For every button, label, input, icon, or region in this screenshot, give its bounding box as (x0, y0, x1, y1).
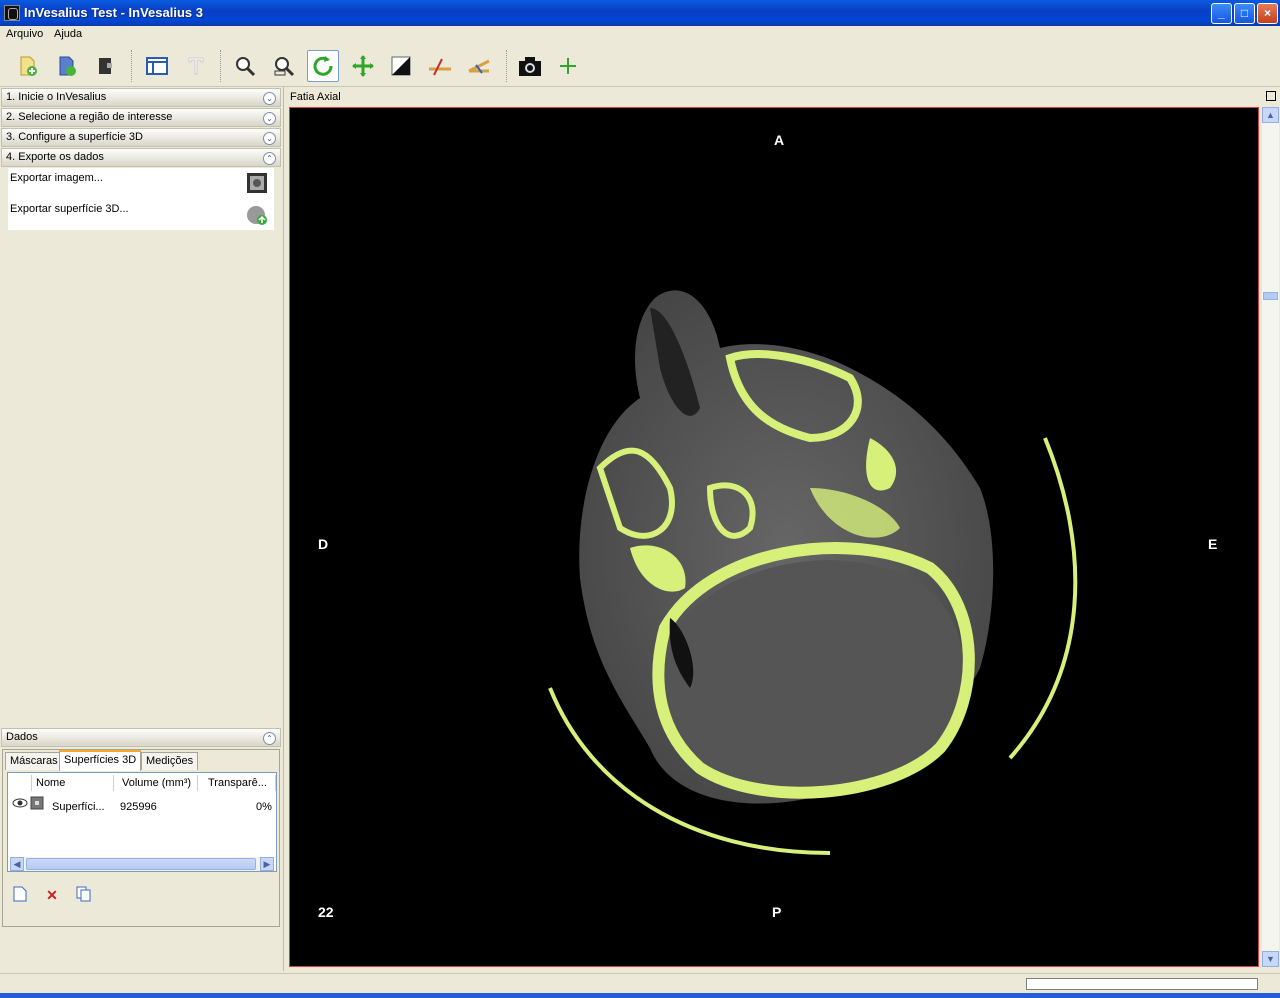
tab-medicoes[interactable]: Medições (141, 752, 199, 770)
pan-icon[interactable] (347, 50, 379, 82)
orientation-left: D (318, 536, 329, 552)
slice-number: 22 (318, 904, 334, 920)
fold-start[interactable]: 1. Inicie o InVesalius ⌄ (1, 88, 281, 107)
toolbar (0, 45, 1280, 87)
orientation-top: A (774, 132, 785, 148)
taskbar (0, 993, 1280, 998)
fold-surface[interactable]: 3. Configure a superfície 3D ⌄ (1, 128, 281, 147)
eye-icon[interactable] (12, 797, 28, 812)
chevron-down-icon[interactable]: ⌄ (263, 92, 276, 105)
import-icon[interactable] (12, 50, 44, 82)
surface-color-icon[interactable] (30, 796, 44, 813)
menu-arquivo[interactable]: Arquivo (6, 28, 43, 40)
close-button[interactable]: × (1257, 3, 1278, 24)
fold-surface-label: 3. Configure a superfície 3D (6, 131, 143, 143)
toolbar-separator (131, 50, 133, 82)
slice-scrollbar[interactable]: ▲ ▼ (1262, 107, 1279, 967)
toolbar-separator (506, 50, 508, 82)
chevron-down-icon[interactable]: ⌄ (263, 132, 276, 145)
fold-start-label: 1. Inicie o InVesalius (6, 91, 107, 103)
close-project-icon[interactable] (89, 50, 121, 82)
export-surface-icon[interactable] (246, 204, 268, 226)
viewer-title: Fatia Axial (290, 91, 341, 103)
column-visibility[interactable] (8, 775, 32, 791)
delete-icon[interactable]: ✕ (43, 886, 61, 904)
fold-region-label: 2. Selecione a região de interesse (6, 111, 173, 123)
dados-panel: Máscaras Superfícies 3D Medições Nome Vo… (2, 749, 280, 927)
zoom-icon[interactable] (229, 50, 261, 82)
menu-bar: Arquivo Ajuda (0, 26, 1280, 45)
add-icon[interactable] (552, 50, 584, 82)
scroll-up-icon[interactable]: ▲ (1262, 107, 1279, 123)
dados-title: Dados (6, 731, 38, 743)
status-bar (0, 973, 1280, 993)
ct-slice-image (548, 290, 1078, 855)
title-bar: InVesalius Test - InVesalius 3 _ □ × (0, 0, 1280, 26)
scroll-right-icon[interactable]: ▶ (260, 857, 274, 871)
contrast-icon[interactable] (385, 50, 417, 82)
text-icon[interactable] (180, 50, 212, 82)
duplicate-icon[interactable] (75, 886, 93, 904)
export-box: Exportar imagem... Exportar superfície 3… (8, 168, 274, 230)
surface-transparency: 0% (256, 801, 272, 813)
export-surface-link[interactable]: Exportar superfície 3D... (10, 203, 129, 215)
orientation-right: E (1208, 536, 1218, 552)
chevron-up-icon[interactable]: ⌃ (263, 732, 276, 745)
restore-icon[interactable] (1266, 91, 1276, 101)
chevron-up-icon[interactable]: ⌃ (263, 152, 276, 165)
export-image-icon[interactable] (246, 172, 268, 194)
viewer-header: Fatia Axial (287, 88, 1280, 107)
progress-bar (1026, 978, 1258, 990)
scroll-down-icon[interactable]: ▼ (1262, 951, 1279, 967)
scroll-left-icon[interactable]: ◀ (10, 857, 24, 871)
surface-list: Nome Volume (mm³) Transparê... Superfíci… (7, 772, 277, 872)
measure-linear-icon[interactable] (424, 50, 456, 82)
new-surface-icon[interactable] (11, 886, 29, 904)
layout-icon[interactable] (141, 50, 173, 82)
toolbar-separator (220, 50, 222, 82)
tab-mascaras[interactable]: Máscaras (5, 752, 63, 770)
axial-slice-viewer[interactable]: A P D E 22 (289, 107, 1259, 967)
surface-name: Superfíci... (52, 801, 105, 813)
fold-export[interactable]: 4. Exporte os dados ⌃ (1, 148, 281, 167)
surface-volume: 925996 (120, 801, 157, 813)
export-image-link[interactable]: Exportar imagem... (10, 172, 103, 184)
column-transparencia[interactable]: Transparê... (208, 775, 276, 791)
tab-superficies-3d[interactable]: Superfícies 3D (59, 750, 142, 771)
column-nome[interactable]: Nome (36, 775, 114, 791)
measure-angle-icon[interactable] (463, 50, 495, 82)
screenshot-icon[interactable] (514, 50, 546, 82)
chevron-down-icon[interactable]: ⌄ (263, 112, 276, 125)
fold-export-label: 4. Exporte os dados (6, 151, 104, 163)
window-title: InVesalius Test - InVesalius 3 (24, 5, 203, 20)
menu-ajuda[interactable]: Ajuda (54, 28, 82, 40)
dados-header[interactable]: Dados ⌃ (1, 728, 281, 747)
scroll-thumb[interactable] (1263, 292, 1278, 300)
horizontal-scrollbar[interactable]: ◀ ▶ (10, 857, 274, 871)
app-icon (4, 5, 20, 21)
scroll-thumb[interactable] (26, 858, 256, 870)
minimize-button[interactable]: _ (1211, 3, 1232, 24)
fold-region[interactable]: 2. Selecione a região de interesse ⌄ (1, 108, 281, 127)
orientation-bottom: P (772, 904, 782, 920)
zoom-fit-icon[interactable] (268, 50, 300, 82)
rotate-icon[interactable] (307, 50, 339, 82)
open-icon[interactable] (51, 50, 83, 82)
maximize-button[interactable]: □ (1234, 3, 1255, 24)
column-volume[interactable]: Volume (mm³) (122, 775, 198, 791)
left-panel: 1. Inicie o InVesalius ⌄ 2. Selecione a r… (0, 87, 284, 971)
